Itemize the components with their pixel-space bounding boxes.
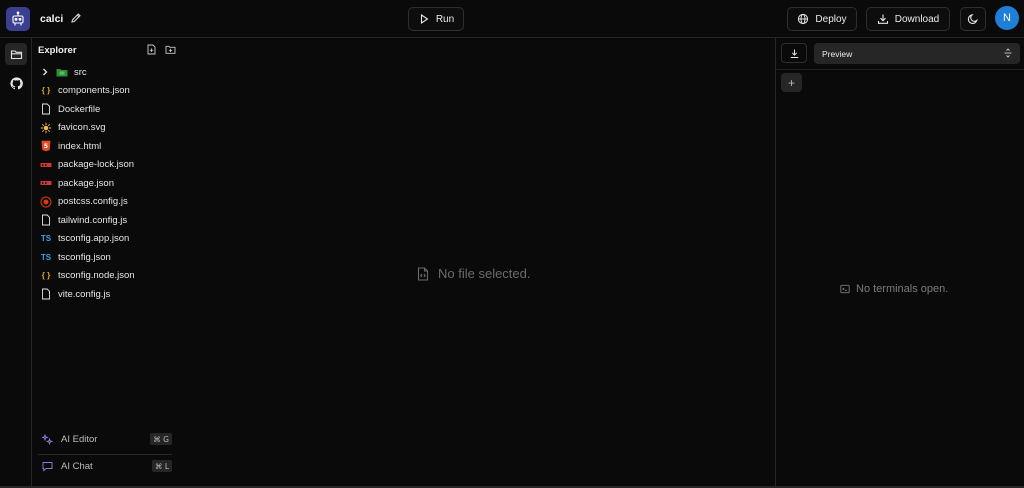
activity-bar bbox=[0, 38, 32, 488]
theme-toggle-button[interactable] bbox=[960, 7, 986, 31]
file-name: postcss.config.js bbox=[58, 196, 128, 208]
file-name: favicon.svg bbox=[58, 122, 106, 134]
plus-icon: + bbox=[787, 75, 795, 90]
resize-vertical-icon[interactable] bbox=[1003, 48, 1013, 58]
project-name: calci bbox=[40, 13, 64, 25]
ai-editor-shortcut: ⌘ G bbox=[150, 433, 172, 445]
pencil-icon[interactable] bbox=[70, 12, 82, 24]
ai-editor-button[interactable]: AI Editor ⌘ G bbox=[38, 427, 172, 451]
file-icon bbox=[40, 103, 52, 115]
globe-icon bbox=[798, 13, 809, 25]
folder-src-icon bbox=[56, 66, 68, 78]
terminal-icon bbox=[840, 284, 850, 294]
file-name: components.json bbox=[58, 85, 130, 97]
sparkles-icon bbox=[42, 433, 53, 445]
explorer-panel: Explorer src { } components.json Dockerf… bbox=[32, 38, 182, 488]
github-icon bbox=[9, 76, 23, 89]
file-tree-item[interactable]: TS tsconfig.app.json bbox=[38, 230, 178, 249]
editor-empty-text: No file selected. bbox=[438, 266, 531, 281]
typescript-icon: TS bbox=[40, 252, 52, 262]
html-icon: 5 bbox=[40, 140, 52, 152]
robot-logo-icon bbox=[12, 11, 24, 26]
right-panel: Preview + No terminals open. bbox=[775, 38, 1024, 488]
folder-icon bbox=[10, 49, 22, 59]
file-tree-item[interactable]: Dockerfile bbox=[38, 100, 178, 119]
chevron-right-icon bbox=[43, 68, 48, 76]
top-bar: calci Run Deploy Download N bbox=[0, 0, 1024, 38]
file-tree-item[interactable]: { } tsconfig.node.json bbox=[38, 267, 178, 286]
npm-icon bbox=[40, 177, 52, 189]
github-activity-button[interactable] bbox=[5, 72, 27, 94]
add-terminal-button[interactable]: + bbox=[781, 73, 802, 92]
terminal-empty-state: No terminals open. bbox=[840, 283, 948, 295]
file-tree-item-src[interactable]: src bbox=[38, 63, 178, 82]
panel-download-button[interactable] bbox=[781, 43, 807, 63]
file-name: package.json bbox=[58, 177, 114, 189]
file-tree-item[interactable]: { } components.json bbox=[38, 82, 178, 101]
run-label: Run bbox=[435, 13, 455, 25]
file-name: src bbox=[74, 66, 87, 78]
file-icon bbox=[40, 214, 52, 226]
json-icon: { } bbox=[41, 86, 51, 96]
file-code-icon bbox=[417, 266, 429, 281]
preview-label: Preview bbox=[822, 48, 853, 59]
run-button[interactable]: Run bbox=[408, 7, 464, 31]
svg-icon bbox=[40, 122, 52, 134]
json-icon: { } bbox=[41, 271, 51, 281]
new-file-icon[interactable] bbox=[146, 44, 157, 55]
file-tree-item[interactable]: package.json bbox=[38, 174, 178, 193]
postcss-icon bbox=[40, 196, 52, 208]
explorer-title: Explorer bbox=[38, 45, 77, 56]
ai-chat-label: AI Chat bbox=[61, 460, 93, 472]
file-tree-item[interactable]: TS tsconfig.json bbox=[38, 248, 178, 267]
editor-area: No file selected. bbox=[182, 38, 774, 488]
svg-text:5: 5 bbox=[44, 143, 48, 150]
preview-tab[interactable]: Preview bbox=[814, 43, 1020, 64]
moon-icon bbox=[967, 14, 978, 24]
ai-chat-button[interactable]: AI Chat ⌘ L bbox=[38, 454, 172, 478]
file-tree-item[interactable]: package-lock.json bbox=[38, 156, 178, 175]
file-name: tsconfig.json bbox=[58, 251, 111, 263]
file-name: index.html bbox=[58, 140, 102, 152]
file-tree-item[interactable]: postcss.config.js bbox=[38, 193, 178, 212]
explorer-activity-button[interactable] bbox=[5, 43, 27, 65]
download-label: Download bbox=[894, 13, 940, 25]
ai-editor-label: AI Editor bbox=[61, 433, 98, 445]
deploy-button[interactable]: Deploy bbox=[787, 7, 857, 31]
file-name: package-lock.json bbox=[58, 159, 135, 171]
file-name: vite.config.js bbox=[58, 288, 111, 300]
file-tree-item[interactable]: favicon.svg bbox=[38, 119, 178, 138]
ai-chat-shortcut: ⌘ L bbox=[151, 460, 172, 472]
new-folder-icon[interactable] bbox=[165, 44, 176, 55]
app-logo[interactable] bbox=[6, 7, 30, 31]
file-name: tailwind.config.js bbox=[58, 214, 128, 226]
file-name: tsconfig.app.json bbox=[58, 233, 130, 245]
file-name: tsconfig.node.json bbox=[58, 270, 135, 282]
file-tree-item[interactable]: tailwind.config.js bbox=[38, 211, 178, 230]
download-icon bbox=[877, 14, 888, 24]
right-panel-header: Preview bbox=[776, 38, 1024, 70]
file-tree: src { } components.json Dockerfile favic… bbox=[38, 63, 178, 304]
avatar-initial: N bbox=[1003, 12, 1011, 24]
download-button[interactable]: Download bbox=[866, 7, 950, 31]
play-icon bbox=[420, 13, 429, 25]
npm-icon bbox=[40, 159, 52, 171]
file-tree-item[interactable]: 5 index.html bbox=[38, 137, 178, 156]
chat-icon bbox=[42, 461, 53, 472]
typescript-icon: TS bbox=[40, 234, 52, 244]
editor-empty-state: No file selected. bbox=[416, 266, 531, 281]
download-icon bbox=[790, 49, 798, 58]
file-tree-item[interactable]: vite.config.js bbox=[38, 285, 178, 304]
file-icon bbox=[40, 288, 52, 300]
terminal-empty-text: No terminals open. bbox=[856, 283, 949, 295]
deploy-label: Deploy bbox=[815, 13, 847, 25]
file-name: Dockerfile bbox=[58, 103, 101, 115]
avatar[interactable]: N bbox=[995, 6, 1019, 30]
